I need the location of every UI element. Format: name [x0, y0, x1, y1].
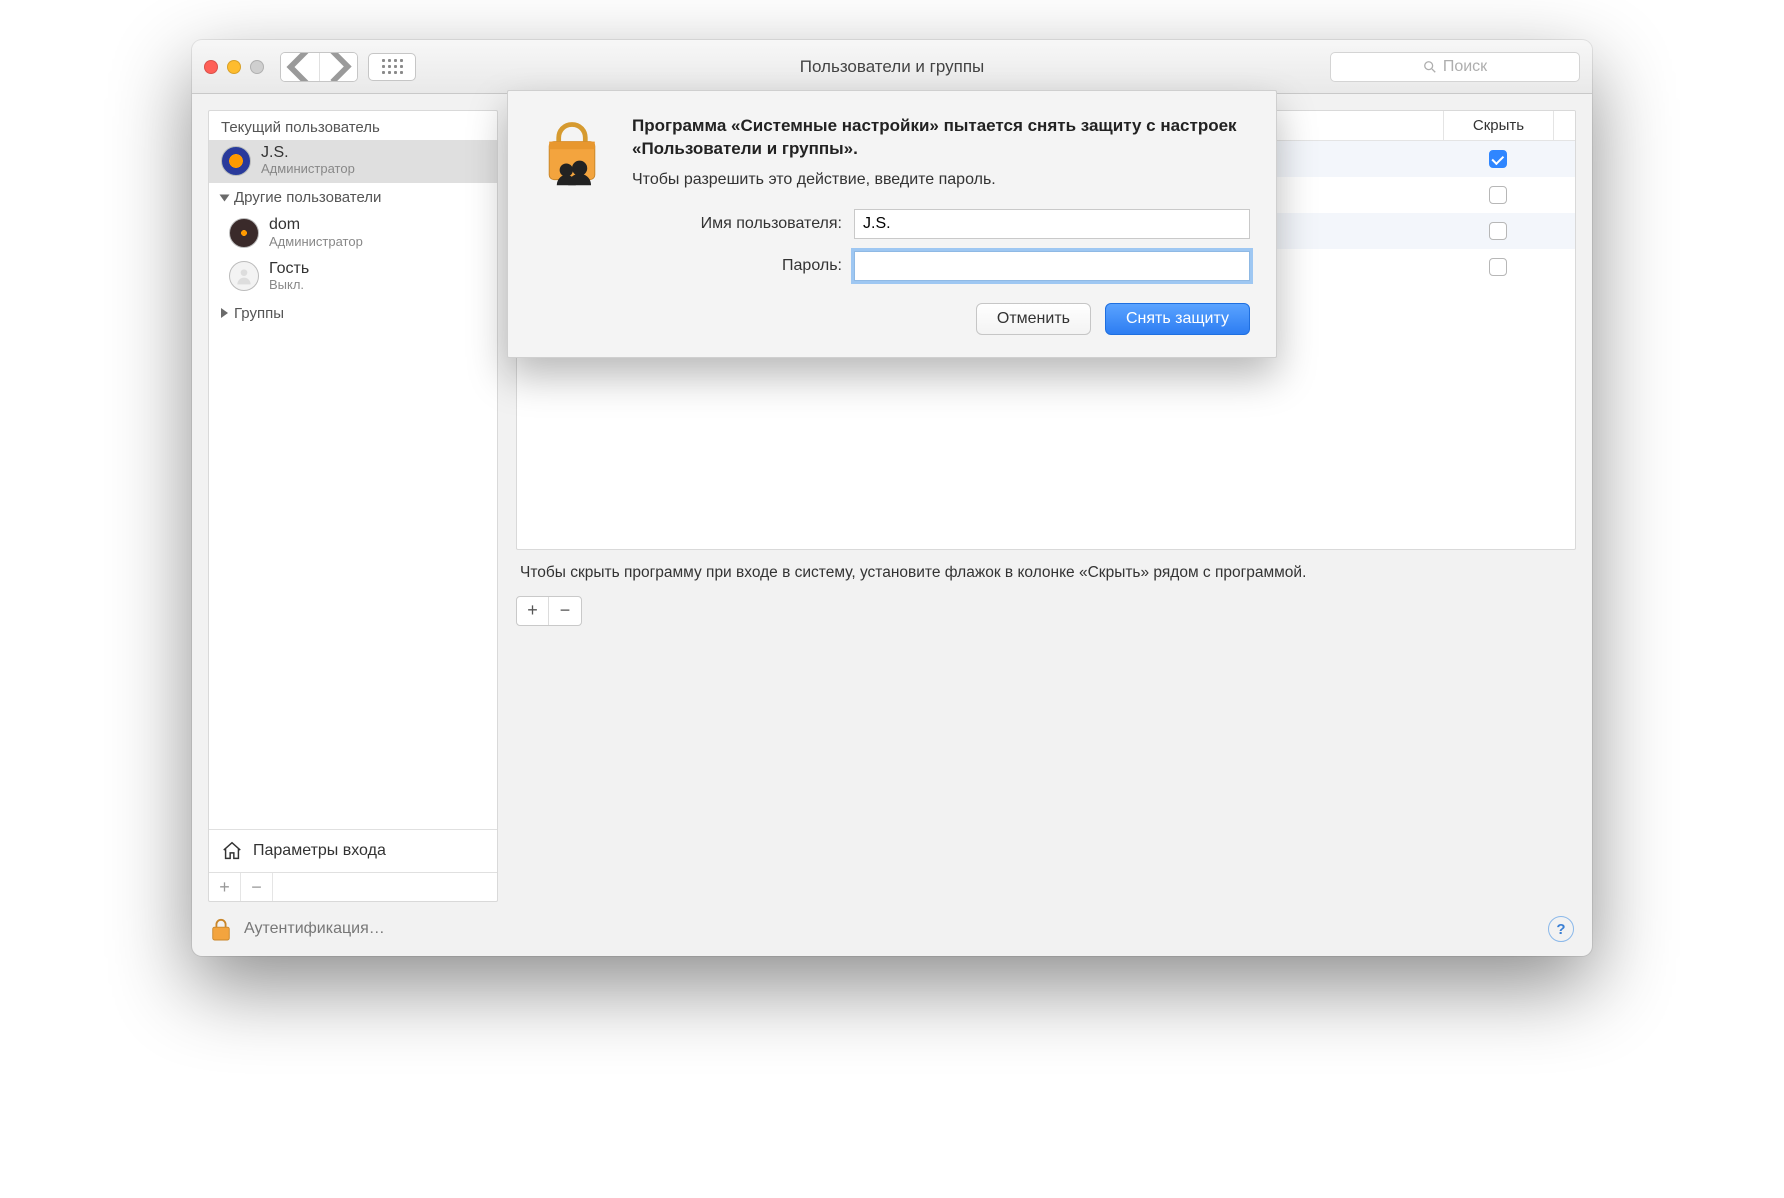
zoom-window-button[interactable]	[250, 60, 264, 74]
sidebar-user-dom[interactable]: dom Администратор	[209, 212, 497, 255]
lock-icon[interactable]	[210, 916, 232, 942]
password-input[interactable]	[854, 251, 1250, 281]
sidebar-user-current[interactable]: J.S. Администратор	[209, 140, 497, 183]
dialog-title: Программа «Системные настройки» пытается…	[632, 115, 1250, 161]
search-icon	[1423, 60, 1437, 74]
sidebar-section-groups-label: Группы	[234, 305, 284, 322]
auth-status-text[interactable]: Аутентификация…	[244, 920, 385, 938]
login-options-button[interactable]: Параметры входа	[209, 829, 497, 872]
search-placeholder: Поиск	[1443, 58, 1487, 76]
sidebar-user-guest[interactable]: Гость Выкл.	[209, 256, 497, 299]
close-window-button[interactable]	[204, 60, 218, 74]
username-label: Имя пользователя:	[632, 215, 842, 233]
lock-users-icon	[534, 115, 610, 191]
user-name: J.S.	[261, 144, 355, 162]
login-options-label: Параметры входа	[253, 842, 386, 860]
forward-button[interactable]	[319, 53, 357, 81]
sidebar-section-current: Текущий пользователь	[209, 111, 497, 140]
show-all-button[interactable]	[368, 53, 416, 81]
login-items-add-remove: + −	[516, 596, 582, 626]
avatar	[229, 218, 259, 248]
nav-back-forward	[280, 52, 358, 82]
user-role: Администратор	[261, 162, 355, 177]
username-input[interactable]	[854, 209, 1250, 239]
hide-checkbox[interactable]	[1489, 222, 1507, 240]
hide-checkbox[interactable]	[1489, 150, 1507, 168]
titlebar: Пользователи и группы Поиск	[192, 40, 1592, 94]
hide-checkbox[interactable]	[1489, 186, 1507, 204]
sidebar-section-groups[interactable]: Группы	[209, 299, 497, 328]
hide-checkbox[interactable]	[1489, 258, 1507, 276]
home-icon	[221, 840, 243, 862]
help-button[interactable]: ?	[1548, 916, 1574, 942]
search-field[interactable]: Поиск	[1330, 52, 1580, 82]
hint-text: Чтобы скрыть программу при входе в систе…	[516, 550, 1576, 596]
unlock-button[interactable]: Снять защиту	[1105, 303, 1250, 335]
user-role: Администратор	[269, 235, 363, 250]
sidebar-add-remove: + −	[209, 872, 497, 901]
avatar	[229, 261, 259, 291]
sidebar-section-other-label: Другие пользователи	[234, 189, 381, 206]
disclosure-triangle-icon	[220, 194, 230, 201]
remove-login-item-button[interactable]: −	[549, 597, 581, 625]
disclosure-triangle-icon	[221, 308, 228, 318]
cancel-button[interactable]: Отменить	[976, 303, 1091, 335]
grid-icon	[382, 59, 403, 74]
back-button[interactable]	[281, 53, 319, 81]
remove-user-button[interactable]: −	[241, 873, 273, 901]
sidebar-section-other[interactable]: Другие пользователи	[209, 183, 497, 212]
user-role: Выкл.	[269, 278, 309, 293]
users-sidebar: Текущий пользователь J.S. Администратор …	[208, 110, 498, 902]
auth-dialog: Программа «Системные настройки» пытается…	[507, 90, 1277, 358]
window-controls	[204, 60, 270, 74]
user-name: Гость	[269, 260, 309, 278]
user-name: dom	[269, 216, 363, 234]
footer: Аутентификация… ?	[192, 912, 1592, 956]
dialog-subtitle: Чтобы разрешить это действие, введите па…	[632, 171, 1250, 189]
minimize-window-button[interactable]	[227, 60, 241, 74]
avatar	[221, 146, 251, 176]
add-user-button[interactable]: +	[209, 873, 241, 901]
column-header-hide[interactable]: Скрыть	[1443, 111, 1553, 140]
add-login-item-button[interactable]: +	[517, 597, 549, 625]
guest-icon	[234, 266, 254, 286]
window: Пользователи и группы Поиск Текущий поль…	[192, 40, 1592, 956]
password-label: Пароль:	[632, 257, 842, 275]
